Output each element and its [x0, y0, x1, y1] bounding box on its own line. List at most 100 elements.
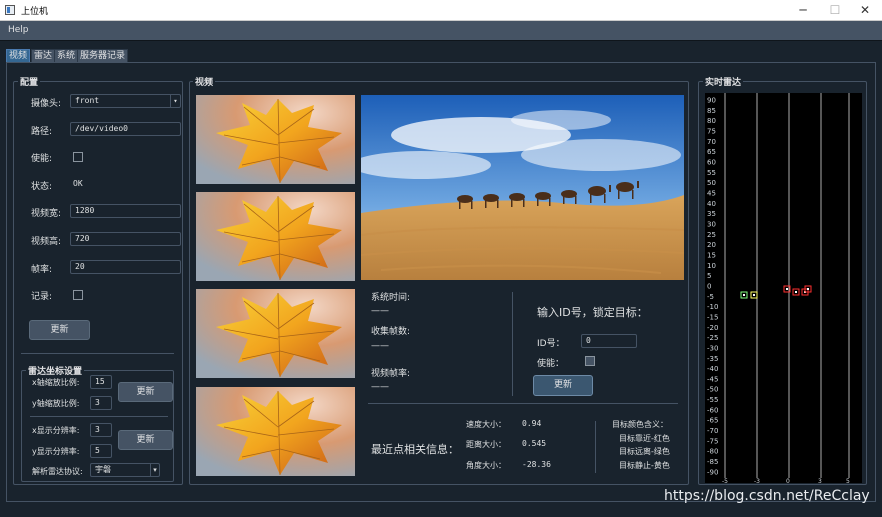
video-thumbnail: [196, 387, 355, 476]
x-scale-input[interactable]: 15: [90, 375, 112, 389]
distance-value: 0.545: [522, 439, 547, 448]
radar-target-dot: [807, 288, 809, 290]
lock-enable-label: 使能：: [537, 359, 565, 369]
radar-y-tick: 35: [707, 210, 716, 218]
tab-video[interactable]: 视频: [6, 49, 31, 62]
video-height-label: 视频高:: [31, 237, 62, 247]
tab-radar[interactable]: 雷达: [31, 49, 56, 62]
video-thumbnail: [196, 95, 355, 184]
speed-value: 0.94: [522, 419, 542, 428]
radar-settings-title: 雷达坐标设置: [26, 364, 85, 377]
resolution-update-button[interactable]: 更新: [118, 430, 173, 450]
radar-y-tick: 80: [707, 117, 716, 125]
radar-x-tick: 5: [846, 478, 850, 483]
tab-server-log[interactable]: 服务器记录: [77, 49, 129, 62]
divider: [30, 416, 168, 417]
radar-y-tick: 0: [707, 282, 711, 290]
protocol-select[interactable]: 宇磐 ▾: [90, 463, 160, 477]
radar-y-tick: 90: [707, 97, 716, 105]
window-title: 上位机: [21, 7, 49, 17]
video-width-input[interactable]: 1280: [70, 204, 181, 218]
radar-plot: 908580757065605550454035302520151050-5-1…: [707, 93, 850, 485]
minimize-button[interactable]: ─: [786, 1, 820, 20]
menu-help[interactable]: Help: [8, 25, 29, 35]
radar-title: 实时雷达: [703, 75, 744, 88]
radar-y-tick: -85: [707, 458, 718, 466]
radar-y-tick: -15: [707, 313, 718, 321]
radar-x-tick: 0: [786, 478, 790, 483]
radar-y-tick: 75: [707, 127, 716, 135]
frame-count-label: 收集帧数:: [371, 327, 411, 337]
system-time-value: ——: [371, 306, 389, 316]
record-label: 记录:: [31, 292, 53, 302]
y-resolution-input[interactable]: 5: [90, 444, 112, 458]
radar-x-tick: -5: [722, 478, 728, 483]
angle-label: 角度大小：: [466, 461, 506, 470]
target-id-label: ID号：: [537, 339, 565, 349]
x-resolution-label: x显示分辨率:: [32, 426, 80, 435]
radar-y-tick: -40: [707, 365, 718, 373]
config-title: 配置: [18, 75, 41, 88]
x-resolution-input[interactable]: 3: [90, 423, 112, 437]
maximize-button[interactable]: ☐: [818, 1, 852, 20]
video-height-input[interactable]: 720: [70, 232, 181, 246]
legend-title: 目标颜色含义：: [612, 420, 668, 429]
radar-y-tick: 10: [707, 262, 716, 270]
radar-y-tick: 30: [707, 220, 716, 228]
config-update-button[interactable]: 更新: [29, 320, 90, 340]
radar-y-tick: 45: [707, 189, 716, 197]
distance-label: 距离大小：: [466, 440, 506, 449]
enable-checkbox[interactable]: [73, 152, 83, 162]
camera-value: front: [75, 96, 100, 105]
angle-value: -28.36: [522, 460, 551, 469]
radar-target-dot: [786, 288, 788, 290]
watermark: https://blog.csdn.net/ReCclay: [664, 488, 870, 504]
lock-update-button[interactable]: 更新: [533, 375, 593, 396]
radar-y-tick: 70: [707, 138, 716, 146]
target-id-input[interactable]: 0: [581, 334, 637, 348]
radar-y-tick: 55: [707, 169, 716, 177]
radar-y-tick: 40: [707, 200, 716, 208]
fps-input[interactable]: 20: [70, 260, 181, 274]
radar-target-dot: [743, 294, 745, 296]
camera-select[interactable]: front ▾: [70, 94, 181, 108]
legend-green: 目标远离-绿色: [619, 447, 670, 456]
video-fps-label: 视频帧率:: [371, 369, 411, 379]
radar-y-tick: -50: [707, 386, 718, 394]
scale-update-button[interactable]: 更新: [118, 382, 173, 402]
title-bar: 上位机 ─ ☐ ✕: [0, 0, 882, 21]
video-title: 视频: [193, 75, 216, 88]
radar-y-tick: 85: [707, 107, 716, 115]
speed-label: 速度大小：: [466, 420, 506, 429]
camera-label: 摄像头:: [31, 99, 62, 109]
radar-y-tick: 20: [707, 241, 716, 249]
radar-y-tick: -25: [707, 334, 718, 342]
divider: [368, 403, 678, 404]
lock-enable-checkbox[interactable]: [585, 356, 595, 366]
status-value: OK: [73, 179, 83, 188]
radar-y-tick: -90: [707, 468, 718, 476]
enable-label: 使能:: [31, 154, 53, 164]
video-thumbnail: [196, 289, 355, 378]
record-checkbox[interactable]: [73, 290, 83, 300]
protocol-label: 解析雷达协议:: [32, 467, 83, 476]
radar-x-tick: 3: [818, 478, 822, 483]
close-button[interactable]: ✕: [848, 1, 882, 20]
path-label: 路径:: [31, 127, 53, 137]
divider: [512, 292, 513, 396]
radar-y-tick: -10: [707, 303, 718, 311]
video-thumbnail: [196, 192, 355, 281]
path-input[interactable]: /dev/video0: [70, 122, 181, 136]
divider: [595, 421, 596, 473]
tab-bar: 视频 雷达 系统 服务器记录: [0, 41, 882, 62]
y-scale-label: y轴缩放比例:: [32, 399, 80, 408]
radar-y-tick: 15: [707, 251, 716, 259]
fps-label: 帧率:: [31, 265, 53, 275]
chevron-down-icon: ▾: [170, 95, 180, 107]
divider: [21, 353, 174, 354]
radar-y-tick: 65: [707, 148, 716, 156]
tab-system[interactable]: 系统: [54, 49, 79, 62]
radar-y-tick: 50: [707, 179, 716, 187]
radar-y-tick: -65: [707, 417, 718, 425]
y-scale-input[interactable]: 3: [90, 396, 112, 410]
